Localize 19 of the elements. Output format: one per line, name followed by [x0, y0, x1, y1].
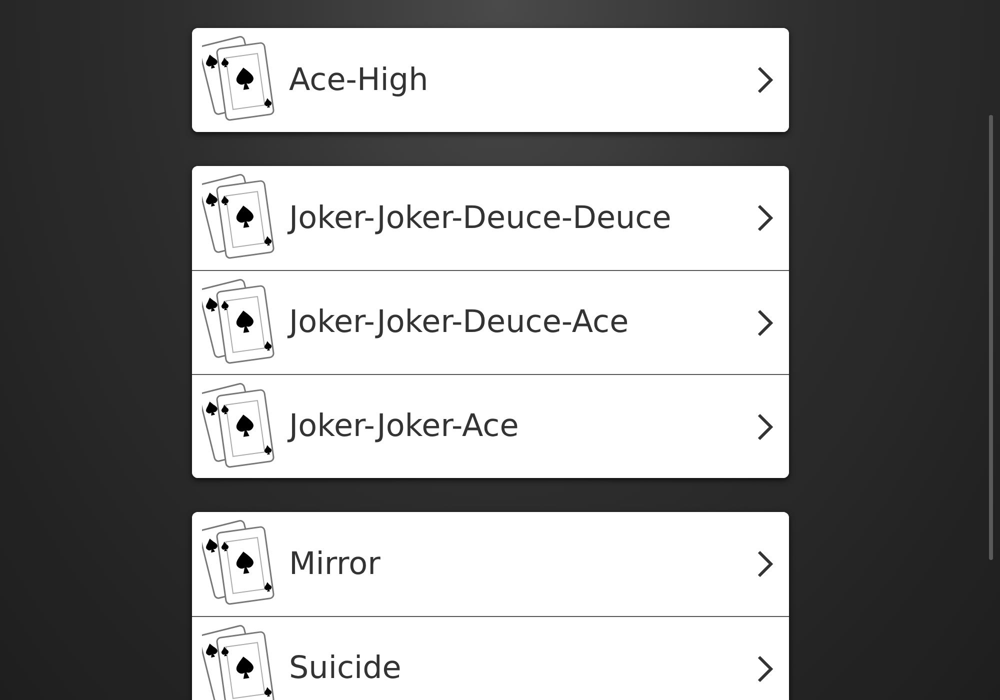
item-label: Mirror [289, 544, 382, 584]
chevron-right-icon [755, 654, 775, 684]
chevron-right-icon [755, 549, 775, 579]
item-label: Joker-Joker-Ace [289, 407, 520, 446]
item-label: Joker-Joker-Deuce-Deuce [289, 198, 672, 238]
chevron-right-icon [755, 412, 775, 442]
item-label: Ace-High [289, 60, 430, 100]
scrollbar[interactable] [989, 115, 993, 560]
item-label: Suicide [289, 649, 402, 688]
list-item[interactable]: Ace-High [192, 28, 789, 132]
list-item[interactable]: Suicide [192, 616, 789, 700]
list-item[interactable]: Joker-Joker-Deuce-Ace [192, 270, 789, 374]
chevron-right-icon [755, 65, 775, 95]
chevron-right-icon [755, 203, 775, 233]
chevron-right-icon [755, 308, 775, 338]
list-item[interactable]: Joker-Joker-Ace [192, 374, 789, 478]
list-item[interactable]: Mirror [192, 512, 789, 616]
item-label: Joker-Joker-Deuce-Ace [289, 303, 630, 342]
list-item[interactable]: Joker-Joker-Deuce-Deuce [192, 166, 789, 270]
